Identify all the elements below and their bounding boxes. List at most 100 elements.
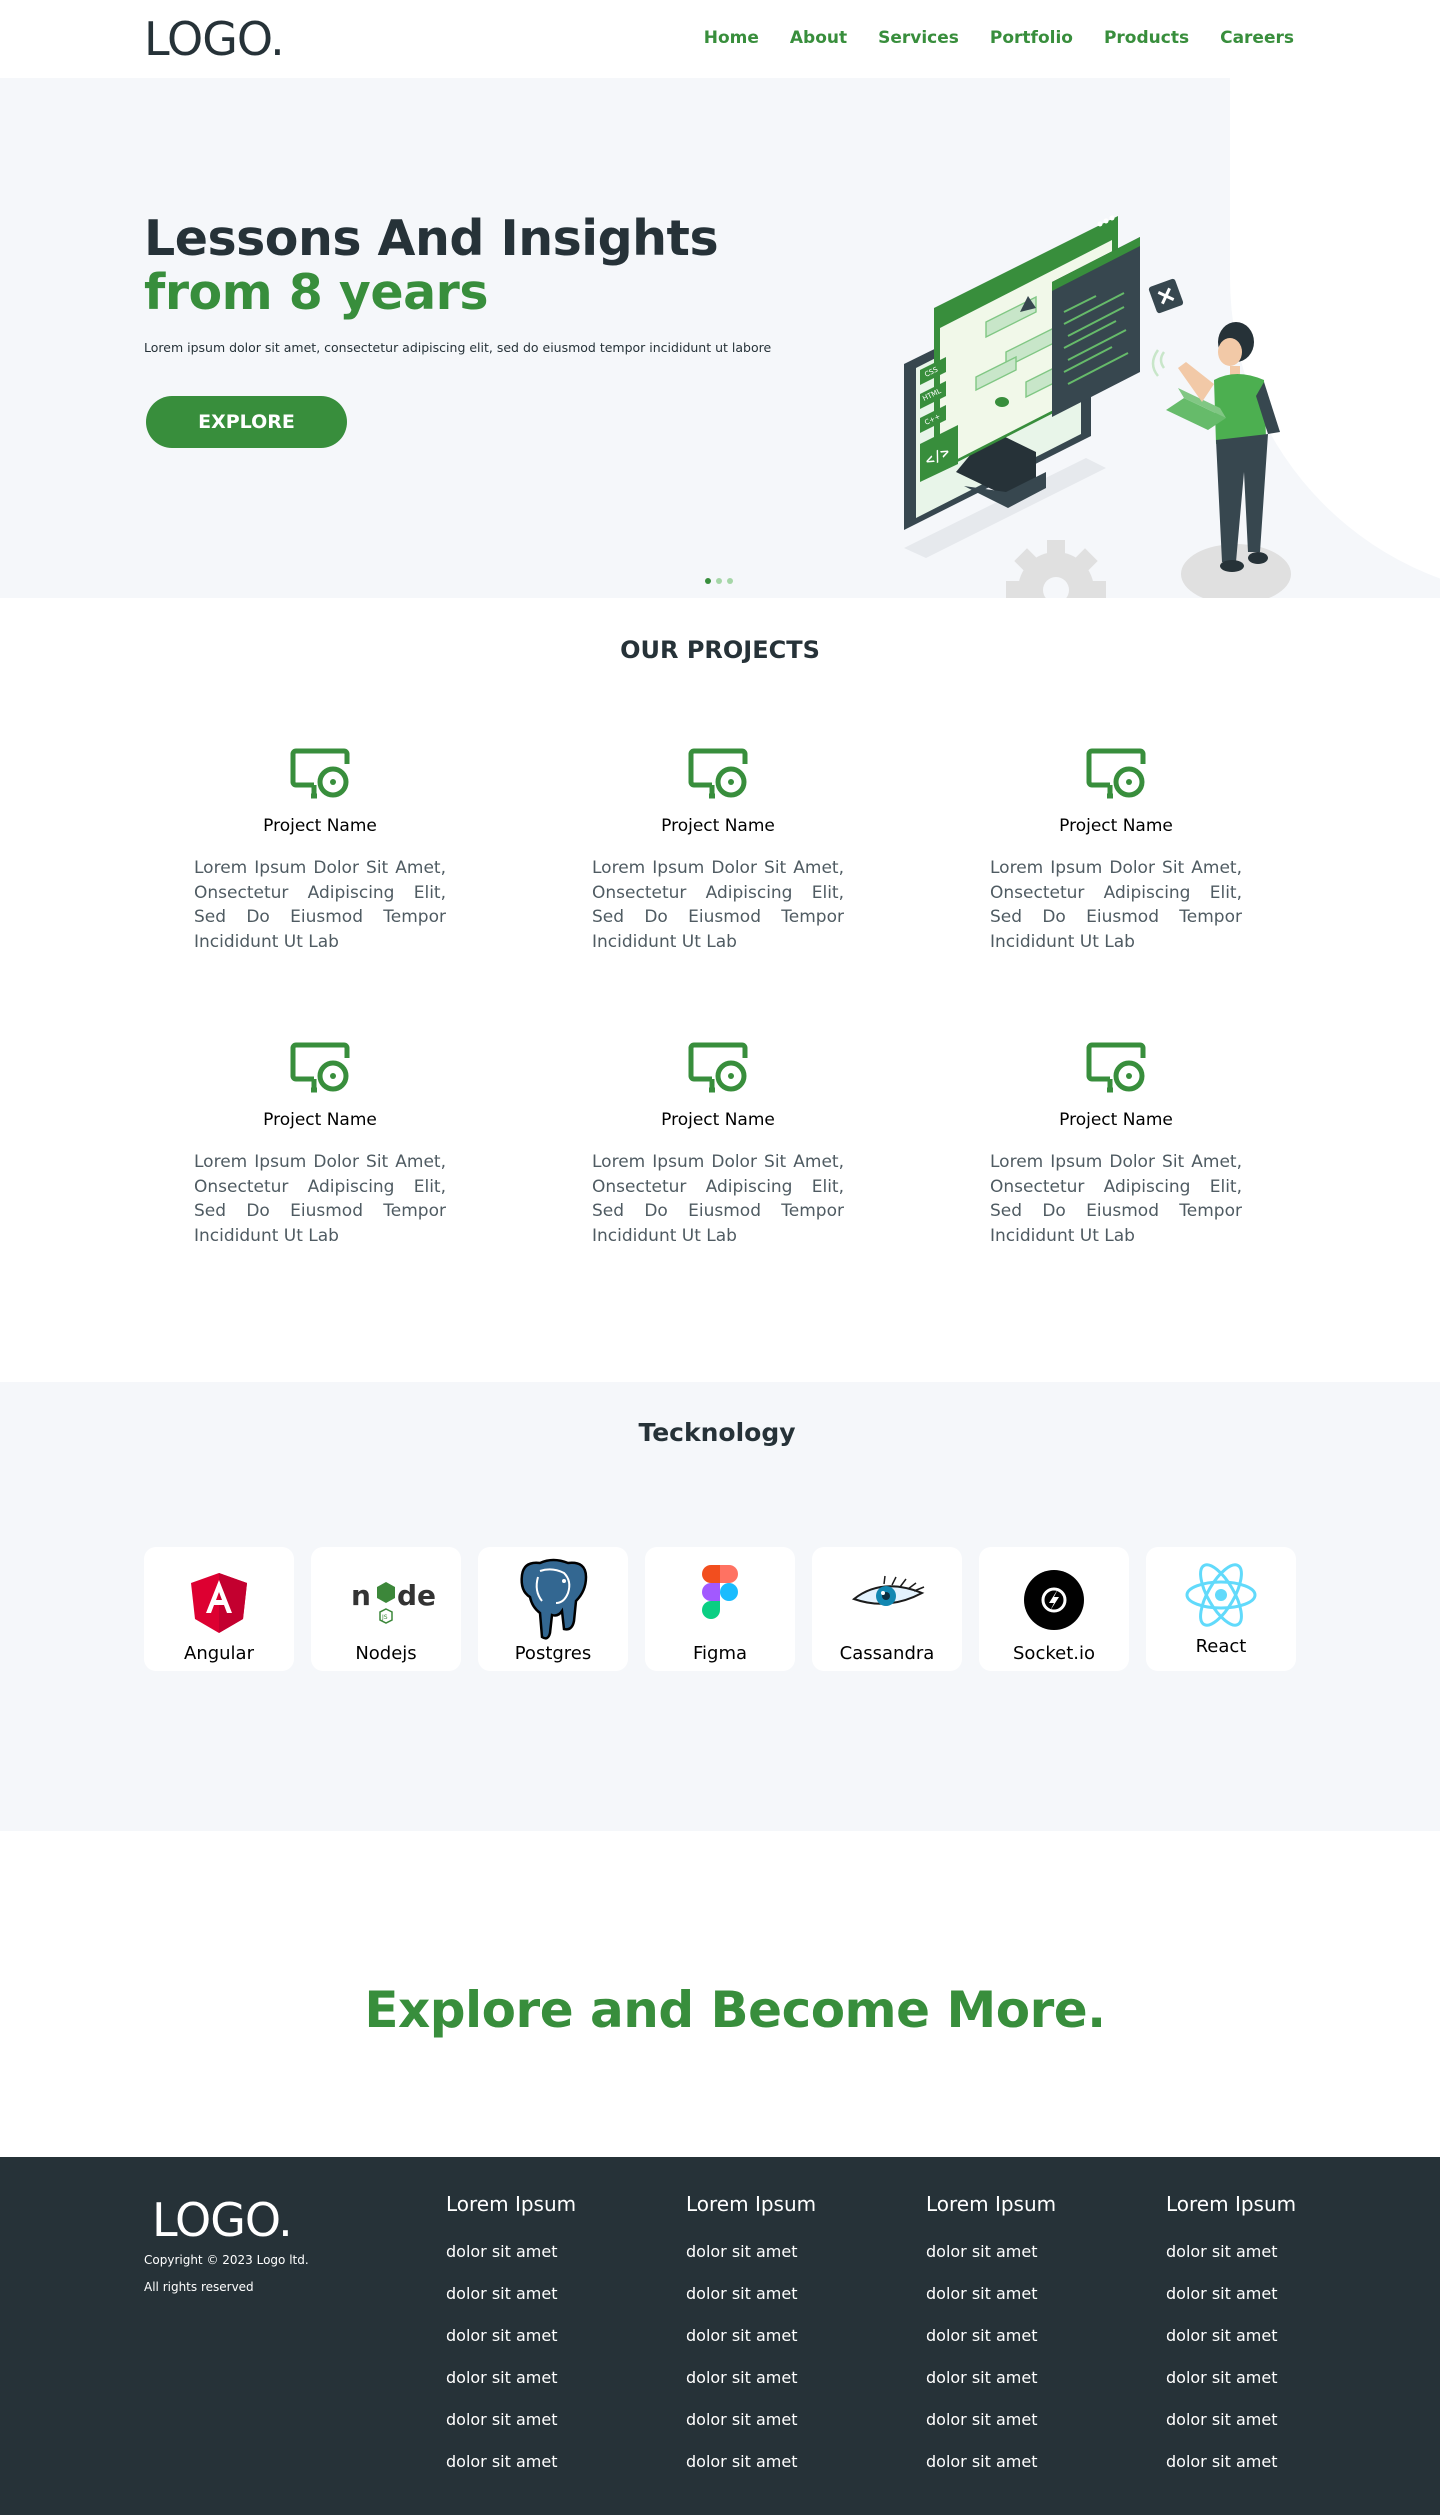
- footer-link[interactable]: dolor sit amet: [926, 2315, 1056, 2357]
- tech-label: Socket.io: [1013, 1643, 1095, 1664]
- footer-logo[interactable]: LOGO.: [152, 2193, 293, 2247]
- person-figure: [1151, 322, 1280, 572]
- nav-portfolio[interactable]: Portfolio: [990, 28, 1073, 48]
- carousel-dot[interactable]: [727, 578, 733, 584]
- nav-services[interactable]: Services: [878, 28, 959, 48]
- projects-section: OUR PROJECTS Project Name Lorem Ipsum Do…: [0, 598, 1440, 1382]
- explore-button[interactable]: EXPLORE: [146, 396, 347, 448]
- footer-link[interactable]: dolor sit amet: [686, 2441, 816, 2483]
- tech-card-figma[interactable]: Figma: [645, 1547, 795, 1671]
- project-description: Lorem Ipsum Dolor Sit Amet, Onsectetur A…: [194, 858, 446, 952]
- monitor-disc-icon: [290, 748, 350, 799]
- technology-list: Angular n de JS Nodejs Postgres Figma Ca…: [144, 1547, 1296, 1671]
- tech-label: Nodejs: [355, 1643, 417, 1664]
- project-description: Lorem Ipsum Dolor Sit Amet, Onsectetur A…: [592, 1152, 844, 1246]
- svg-text:JS: JS: [381, 1614, 388, 1621]
- tech-card-socketio[interactable]: Socket.io: [979, 1547, 1129, 1671]
- gear-icon: [1006, 540, 1106, 598]
- carousel-dots: [705, 578, 733, 584]
- project-name: Project Name: [661, 816, 775, 836]
- footer-link[interactable]: dolor sit amet: [446, 2441, 576, 2483]
- nav-careers[interactable]: Careers: [1220, 28, 1294, 48]
- hero-title-accent: from 8 years: [144, 264, 489, 321]
- socketio-icon: [1024, 1570, 1084, 1630]
- project-description: Lorem Ipsum Dolor Sit Amet, Onsectetur A…: [990, 858, 1242, 952]
- carousel-dot[interactable]: [716, 578, 722, 584]
- tech-label: Postgres: [514, 1643, 592, 1664]
- close-icon: [1148, 278, 1184, 314]
- cta-section: Explore and Become More.: [0, 1831, 1440, 2157]
- developer-illustration: CSS HTML C++ </>: [904, 215, 1291, 598]
- footer-link[interactable]: dolor sit amet: [926, 2357, 1056, 2399]
- footer-link[interactable]: dolor sit amet: [446, 2399, 576, 2441]
- carousel-dot[interactable]: [705, 578, 711, 584]
- site-logo[interactable]: LOGO.: [144, 12, 285, 66]
- footer-link[interactable]: dolor sit amet: [926, 2273, 1056, 2315]
- project-card[interactable]: Project Name Lorem Ipsum Dolor Sit Amet,…: [956, 1042, 1276, 1248]
- footer-link[interactable]: dolor sit amet: [686, 2273, 816, 2315]
- footer-column: Lorem Ipsum dolor sit amet dolor sit ame…: [926, 2192, 1056, 2483]
- figma-icon: [702, 1565, 738, 1619]
- footer-link[interactable]: dolor sit amet: [926, 2231, 1056, 2273]
- project-description: Lorem Ipsum Dolor Sit Amet, Onsectetur A…: [592, 858, 844, 952]
- hero-title: Lessons And Insights: [144, 210, 719, 267]
- tech-card-react[interactable]: React: [1146, 1547, 1296, 1671]
- nodejs-icon: n de JS: [351, 1579, 436, 1624]
- svg-text:de: de: [397, 1579, 436, 1612]
- footer-column-title: Lorem Ipsum: [686, 2192, 817, 2216]
- project-card[interactable]: Project Name Lorem Ipsum Dolor Sit Amet,…: [558, 1042, 878, 1248]
- footer-link[interactable]: dolor sit amet: [1166, 2441, 1296, 2483]
- tech-card-postgres[interactable]: Postgres: [478, 1547, 628, 1671]
- monitor-disc-icon: [1086, 748, 1146, 799]
- footer-link[interactable]: dolor sit amet: [1166, 2315, 1296, 2357]
- footer-link[interactable]: dolor sit amet: [926, 2399, 1056, 2441]
- nav-about[interactable]: About: [790, 28, 847, 48]
- project-card[interactable]: Project Name Lorem Ipsum Dolor Sit Amet,…: [956, 748, 1276, 954]
- project-card[interactable]: Project Name Lorem Ipsum Dolor Sit Amet,…: [160, 1042, 480, 1248]
- project-description: Lorem Ipsum Dolor Sit Amet, Onsectetur A…: [990, 1152, 1242, 1246]
- footer-column-title: Lorem Ipsum: [1166, 2192, 1297, 2216]
- footer-link[interactable]: dolor sit amet: [1166, 2399, 1296, 2441]
- technology-title: Tecknology: [638, 1418, 796, 1447]
- monitor-disc-icon: [688, 1042, 748, 1093]
- footer-link[interactable]: dolor sit amet: [686, 2231, 816, 2273]
- footer-link[interactable]: dolor sit amet: [1166, 2357, 1296, 2399]
- cassandra-icon: [851, 1575, 925, 1606]
- angular-icon: [191, 1573, 247, 1633]
- project-card[interactable]: Project Name Lorem Ipsum Dolor Sit Amet,…: [160, 748, 480, 954]
- site-header: LOGO. Home About Services Portfolio Prod…: [0, 0, 1440, 78]
- hero-section: Lessons And Insights from 8 years Lorem …: [0, 78, 1440, 598]
- nav-home[interactable]: Home: [704, 28, 759, 48]
- tech-card-angular[interactable]: Angular: [144, 1547, 294, 1671]
- project-name: Project Name: [1059, 1110, 1173, 1130]
- project-name: Project Name: [263, 1110, 377, 1130]
- site-footer: LOGO. Copyright © 2023 Logo ltd. All rig…: [0, 2157, 1440, 2515]
- hero-subtitle: Lorem ipsum dolor sit amet, consectetur …: [144, 340, 772, 355]
- footer-link[interactable]: dolor sit amet: [926, 2441, 1056, 2483]
- projects-title: OUR PROJECTS: [620, 636, 820, 664]
- nav-products[interactable]: Products: [1104, 28, 1189, 48]
- react-icon: [1185, 1563, 1257, 1627]
- project-card[interactable]: Project Name Lorem Ipsum Dolor Sit Amet,…: [558, 748, 878, 954]
- project-name: Project Name: [661, 1110, 775, 1130]
- footer-column-title: Lorem Ipsum: [926, 2192, 1057, 2216]
- footer-link[interactable]: dolor sit amet: [686, 2315, 816, 2357]
- tech-label: React: [1195, 1636, 1247, 1657]
- footer-link[interactable]: dolor sit amet: [686, 2357, 816, 2399]
- footer-link[interactable]: dolor sit amet: [446, 2357, 576, 2399]
- tech-label: Angular: [184, 1643, 254, 1664]
- tech-card-nodejs[interactable]: n de JS Nodejs: [311, 1547, 461, 1671]
- footer-column: Lorem Ipsum dolor sit amet dolor sit ame…: [1166, 2192, 1296, 2483]
- footer-link[interactable]: dolor sit amet: [686, 2399, 816, 2441]
- technology-section: Tecknology Angular n de JS Nodejs Postgr…: [0, 1382, 1440, 1831]
- postgres-icon: [520, 1558, 588, 1640]
- footer-rights: All rights reserved: [144, 2280, 254, 2294]
- footer-link[interactable]: dolor sit amet: [446, 2315, 576, 2357]
- tech-card-cassandra[interactable]: Cassandra: [812, 1547, 962, 1671]
- footer-link[interactable]: dolor sit amet: [1166, 2273, 1296, 2315]
- footer-copyright: Copyright © 2023 Logo ltd.: [144, 2253, 309, 2267]
- footer-link[interactable]: dolor sit amet: [446, 2231, 576, 2273]
- footer-link[interactable]: dolor sit amet: [446, 2273, 576, 2315]
- project-description: Lorem Ipsum Dolor Sit Amet, Onsectetur A…: [194, 1152, 446, 1246]
- footer-link[interactable]: dolor sit amet: [1166, 2231, 1296, 2273]
